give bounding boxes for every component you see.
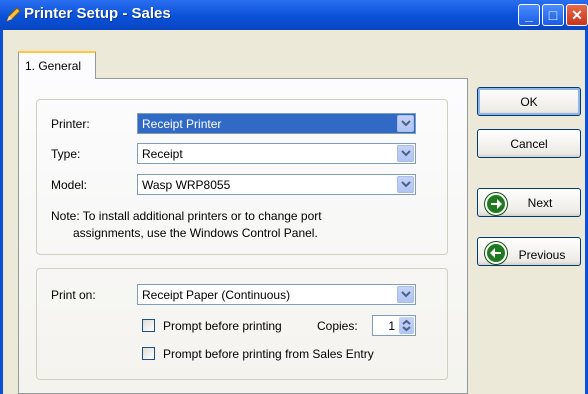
next-label: Next [527, 196, 553, 210]
prompt-before-printing-label[interactable]: Prompt before printing [163, 319, 282, 333]
previous-button[interactable]: Previous [477, 237, 581, 266]
cancel-label: Cancel [510, 137, 548, 151]
copies-label: Copies: [317, 319, 358, 333]
type-dropdown[interactable]: Receipt [137, 143, 416, 164]
next-button[interactable]: Next [477, 188, 581, 217]
note-line-2: assignments, use the Windows Control Pan… [73, 226, 318, 240]
spinner-arrows-icon[interactable] [399, 317, 414, 334]
ok-button[interactable]: OK [477, 87, 581, 116]
prompt-sales-entry-label[interactable]: Prompt before printing from Sales Entry [163, 347, 374, 361]
model-label: Model: [51, 178, 88, 192]
print-on-label: Print on: [51, 288, 96, 302]
previous-label: Previous [518, 248, 566, 262]
chevron-down-icon[interactable] [397, 176, 414, 193]
minimize-button[interactable]: _ [518, 4, 540, 26]
copies-spinner[interactable]: 1 [372, 315, 416, 336]
type-label: Type: [51, 147, 81, 161]
chevron-down-icon[interactable] [397, 286, 414, 303]
print-on-value: Receipt Paper (Continuous) [142, 288, 291, 302]
window-title: Printer Setup - Sales [24, 5, 171, 22]
close-button[interactable]: ✕ [566, 4, 588, 26]
printer-value: Receipt Printer [142, 117, 222, 131]
note-line-1: Note: To install additional printers or … [51, 209, 322, 223]
title-bar[interactable]: Printer Setup - Sales _ □ ✕ [0, 0, 588, 30]
pencil-icon [6, 7, 21, 22]
chevron-down-icon[interactable] [397, 115, 414, 132]
ok-label: OK [520, 95, 538, 109]
minimize-icon: _ [525, 7, 533, 23]
chevron-down-icon[interactable] [397, 145, 414, 162]
cancel-button[interactable]: Cancel [477, 129, 581, 158]
tab-general[interactable]: 1. General [18, 51, 96, 79]
maximize-icon: □ [548, 7, 558, 23]
maximize-button[interactable]: □ [542, 4, 564, 26]
close-icon: ✕ [571, 6, 583, 23]
copies-value[interactable]: 1 [388, 319, 395, 333]
printer-dropdown[interactable]: Receipt Printer [137, 113, 416, 134]
tab-general-label: 1. General [25, 59, 82, 73]
prompt-sales-entry-checkbox[interactable] [142, 347, 155, 360]
prompt-before-printing-checkbox[interactable] [142, 319, 155, 332]
printer-label: Printer: [51, 117, 90, 131]
model-dropdown[interactable]: Wasp WRP8055 [137, 174, 416, 195]
model-value: Wasp WRP8055 [142, 178, 231, 192]
print-on-dropdown[interactable]: Receipt Paper (Continuous) [137, 284, 416, 305]
type-value: Receipt [142, 147, 183, 161]
install-note: Note: To install additional printers or … [51, 208, 351, 242]
